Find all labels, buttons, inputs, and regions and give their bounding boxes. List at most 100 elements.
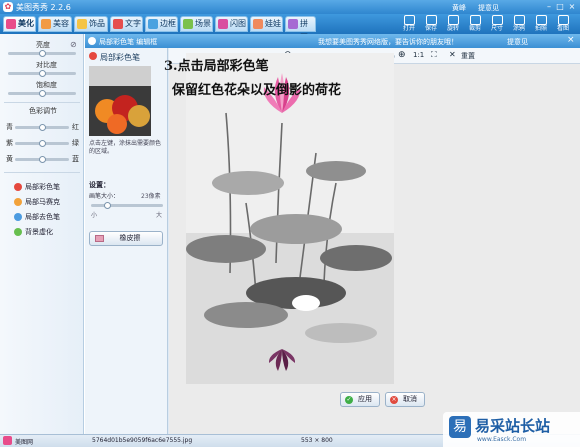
- adjust-panel: 亮度 对比度 饱和度 ⊘ 色彩调节 青 红紫 绿黄 蓝 局部彩色笔 局部马赛克 局部去色笔 背景虚…: [0, 34, 84, 434]
- tab-icon: [6, 19, 16, 29]
- color-left-label: 紫: [6, 139, 13, 147]
- feature-label: 局部去色笔: [25, 213, 60, 221]
- slider-knob[interactable]: [39, 70, 46, 77]
- color-right-label: 蓝: [72, 155, 79, 163]
- adjust-slider[interactable]: [8, 70, 76, 77]
- small-label: 小: [91, 212, 98, 219]
- feature-item[interactable]: 局部去色笔: [14, 212, 60, 222]
- reset-adjust-icon[interactable]: ⊘: [70, 40, 77, 49]
- tool-5[interactable]: 尺寸: [488, 15, 506, 34]
- feature-label: 局部彩色笔: [25, 183, 60, 191]
- brush-size-slider[interactable]: [91, 202, 163, 209]
- tab-icon: [113, 19, 123, 29]
- color-right-label: 红: [72, 123, 79, 131]
- apply-button[interactable]: ✓ 应用: [340, 392, 380, 407]
- tool-icon: [535, 15, 547, 25]
- title-bar: ✿ 美图秀秀 2.2.6 黄峰 提意见 – □ ×: [0, 0, 580, 14]
- promo-link[interactable]: 我想要美图秀秀网络版，要告诉你的朋友哦！: [318, 37, 458, 47]
- slider-label: 对比度: [36, 61, 57, 69]
- tool-1[interactable]: 打开: [400, 15, 418, 34]
- feature-item[interactable]: 局部彩色笔: [14, 182, 60, 192]
- tab-4[interactable]: 文字: [110, 16, 143, 32]
- watermark-url: www.Easck.Com: [477, 436, 527, 443]
- adjust-slider[interactable]: [8, 50, 76, 57]
- sample-preview-image: [89, 66, 151, 136]
- feature-item[interactable]: 背景虚化: [14, 227, 53, 237]
- cancel-button[interactable]: × 取消: [385, 392, 425, 407]
- close-icon[interactable]: ×: [567, 2, 577, 12]
- status-left: 美图网: [15, 439, 34, 446]
- app-small-icon: [3, 436, 12, 445]
- tab-label: 边框: [160, 19, 176, 28]
- adjust-slider[interactable]: [8, 90, 76, 97]
- tool-3[interactable]: 旋转: [444, 15, 462, 34]
- color-slider[interactable]: [15, 124, 69, 131]
- tool-6[interactable]: 涂鸦: [510, 15, 528, 34]
- main-tab-bar: 美化 美容 饰品 文字 边框 场景 闪图 娃娃拼图 打开 保存 旋转 裁剪 尺寸 涂鸦 拍照 看图: [0, 14, 580, 42]
- maximize-icon[interactable]: □: [555, 2, 565, 12]
- brush-size-knob[interactable]: [104, 202, 112, 209]
- status-image-size: 553 × 800: [301, 437, 333, 444]
- lotus-photo[interactable]: [186, 53, 394, 384]
- watermark-text: 易采站长站: [475, 417, 551, 435]
- color-slider[interactable]: [15, 140, 69, 147]
- tool-2[interactable]: 保存: [422, 15, 440, 34]
- color-slider[interactable]: [15, 156, 69, 163]
- tab-2[interactable]: 美容: [38, 16, 72, 32]
- tab-icon: [77, 19, 87, 29]
- tab-label: 娃娃: [265, 19, 281, 28]
- color-left-label: 青: [6, 123, 13, 131]
- minimize-icon[interactable]: –: [544, 2, 554, 12]
- tool-label: 打开: [402, 25, 415, 32]
- slider-knob[interactable]: [39, 124, 46, 131]
- tab-9[interactable]: 拼图: [285, 16, 316, 42]
- panel-description: 点击左键，涂抹出需要颜色的区域。: [89, 140, 162, 155]
- color-pen-icon: [89, 52, 97, 60]
- tool-label: 看图: [556, 25, 569, 32]
- tool-icon: [425, 15, 437, 25]
- tab-label: 美容: [53, 19, 69, 28]
- big-label: 大: [156, 212, 163, 219]
- tab-icon: [183, 19, 193, 29]
- color-adjust-title: 色彩调节: [29, 107, 57, 115]
- feature-item[interactable]: 局部马赛克: [14, 197, 60, 207]
- slider-knob[interactable]: [39, 140, 46, 147]
- tool-icon: [513, 15, 525, 25]
- eraser-button[interactable]: 橡皮擦: [89, 231, 163, 246]
- zoom-in-icon[interactable]: ⊕: [398, 50, 406, 60]
- tab-icon: [218, 19, 228, 29]
- settings-label: 设置：: [89, 181, 110, 189]
- color-left-label: 黄: [6, 155, 13, 163]
- slider-knob[interactable]: [39, 50, 46, 57]
- tab-7[interactable]: 闪图: [215, 16, 248, 32]
- slider-knob[interactable]: [39, 90, 46, 97]
- feature-icon: [14, 183, 22, 191]
- reset-button[interactable]: 重置: [461, 51, 475, 61]
- user-name[interactable]: 黄峰: [452, 3, 466, 13]
- watermark-logo-icon: 易: [449, 416, 471, 438]
- tool-4[interactable]: 裁剪: [466, 15, 484, 34]
- tab-6[interactable]: 场景: [180, 16, 213, 32]
- slider-label: 饱和度: [36, 81, 57, 89]
- tab-1[interactable]: 美化: [3, 16, 36, 32]
- fit-screen-icon[interactable]: ⛶: [431, 50, 437, 60]
- tab-5[interactable]: 边框: [145, 16, 178, 32]
- reset-icon[interactable]: ✕: [449, 50, 456, 59]
- slider-knob[interactable]: [39, 156, 46, 163]
- tool-8[interactable]: 看图: [554, 15, 572, 34]
- annotation-note: 保留红色花朵以及倒影的荷花: [172, 83, 342, 98]
- app-logo-icon: ✿: [3, 2, 13, 12]
- help-link[interactable]: 提意见: [507, 37, 528, 47]
- tool-label: 尺寸: [490, 25, 503, 32]
- annotation-step: 3.点击局部彩色笔: [164, 59, 269, 74]
- tool-label: 裁剪: [468, 25, 481, 32]
- login-link[interactable]: 提意见: [478, 3, 499, 13]
- tab-3[interactable]: 饰品: [74, 16, 108, 32]
- actual-size-button[interactable]: 1:1: [413, 51, 424, 59]
- feature-icon: [14, 228, 22, 236]
- editor-close-icon[interactable]: ×: [567, 35, 575, 45]
- tab-label: 美化: [18, 19, 34, 28]
- brush-size-value: 23像素: [141, 193, 161, 200]
- tool-7[interactable]: 拍照: [532, 15, 550, 34]
- tab-8[interactable]: 娃娃: [250, 16, 283, 32]
